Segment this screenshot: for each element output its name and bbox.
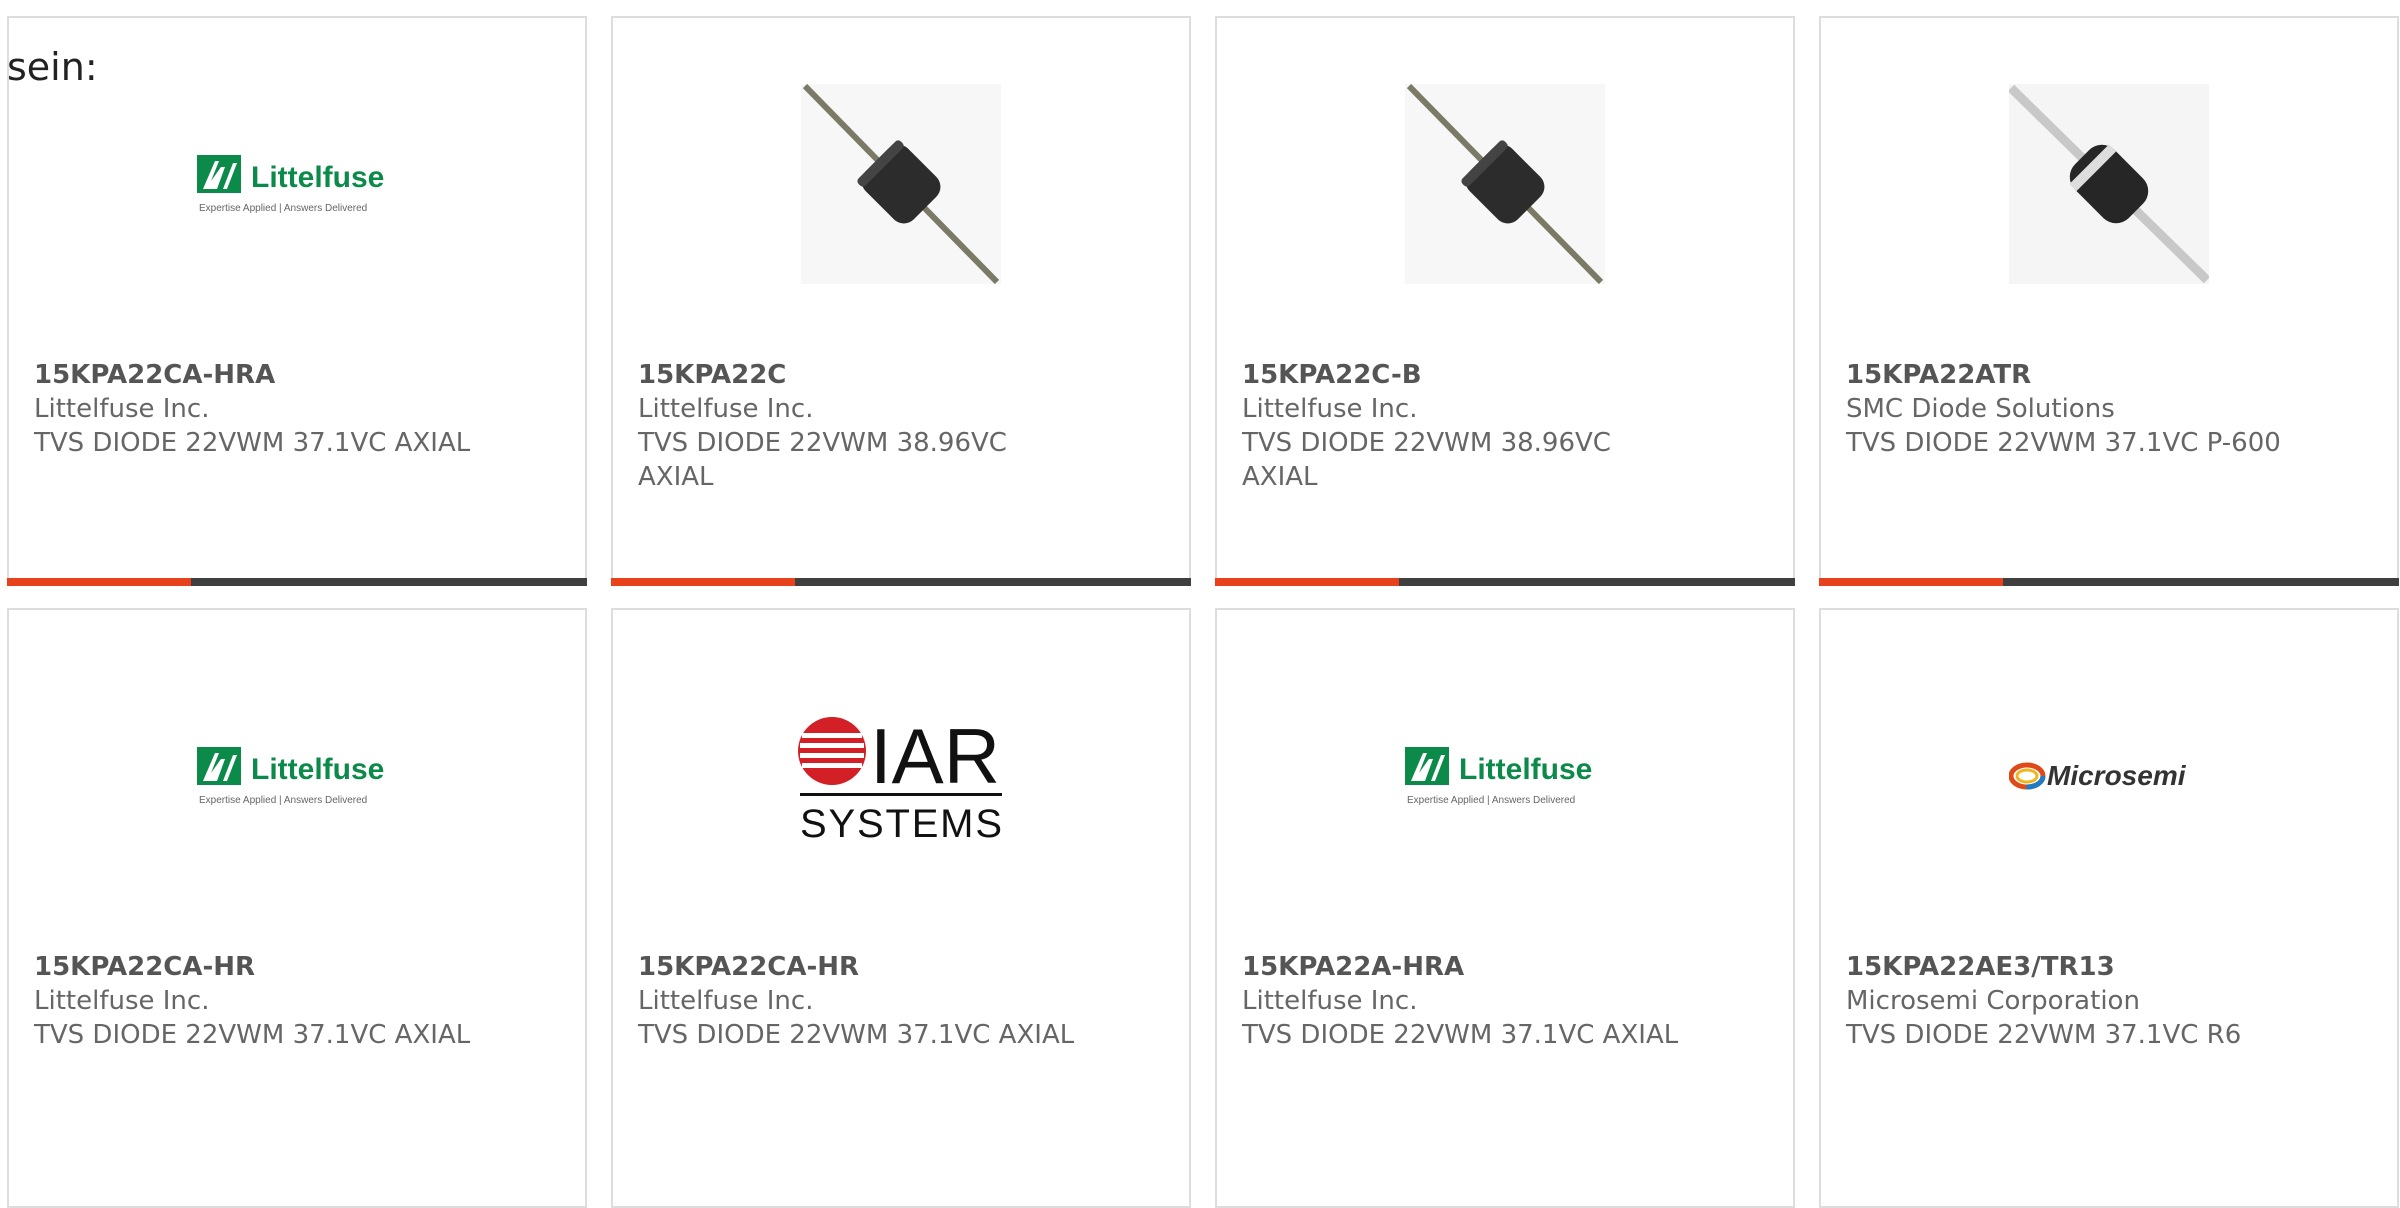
axial-diode-image — [801, 84, 1001, 284]
littelfuse-logo: Littelfuse Expertise Applied | Answers D… — [197, 747, 384, 806]
part-number[interactable]: 15KPA22C-B — [1242, 358, 1773, 392]
svg-text:Littelfuse: Littelfuse — [251, 161, 384, 194]
part-number[interactable]: 15KPA22AE3/TR13 — [1846, 950, 2377, 984]
microsemi-logo: Microsemi — [2009, 760, 2187, 791]
svg-text:Littelfuse: Littelfuse — [251, 753, 384, 786]
littelfuse-logo: Littelfuse Expertise Applied | Answers D… — [1405, 747, 1592, 806]
product-grid: Littelfuse Expertise Applied | Answers D… — [7, 16, 2399, 1208]
part-number[interactable]: 15KPA22CA-HRA — [34, 358, 565, 392]
part-number[interactable]: 15KPA22C — [638, 358, 1169, 392]
product-image: Microsemi — [1821, 676, 2397, 876]
card-footer-bar — [7, 578, 587, 586]
card-footer-bar — [1215, 578, 1795, 586]
svg-text:Expertise Applied | Answers De: Expertise Applied | Answers Delivered — [199, 795, 367, 806]
axial-diode-image — [1405, 84, 1605, 284]
svg-text:Expertise Applied | Answers De: Expertise Applied | Answers Delivered — [199, 203, 367, 214]
intro-text: sein: — [7, 45, 98, 89]
littelfuse-logo: Littelfuse Expertise Applied | Answers D… — [197, 155, 384, 214]
description: TVS DIODE 22VWM 37.1VC AXIAL — [1242, 1020, 1679, 1050]
description: TVS DIODE 22VWM 37.1VC AXIAL — [34, 1020, 471, 1050]
product-card[interactable]: Littelfuse Expertise Applied | Answers D… — [7, 16, 587, 586]
axial-diode-silver-image — [2009, 84, 2209, 284]
svg-text:IAR: IAR — [870, 712, 1000, 800]
product-image: Littelfuse Expertise Applied | Answers D… — [1217, 676, 1793, 876]
manufacturer: Littelfuse Inc. — [638, 986, 814, 1016]
manufacturer: Littelfuse Inc. — [34, 986, 210, 1016]
product-card[interactable]: 15KPA22C Littelfuse Inc. TVS DIODE 22VWM… — [611, 16, 1191, 586]
description: TVS DIODE 22VWM 38.96VC AXIAL — [638, 428, 1007, 492]
manufacturer: Littelfuse Inc. — [638, 394, 814, 424]
part-number[interactable]: 15KPA22CA-HR — [638, 950, 1169, 984]
product-card[interactable]: IAR SYSTEMS 15KPA22CA-HR Littelfuse Inc.… — [611, 608, 1191, 1208]
product-card[interactable]: Microsemi 15KPA22AE3/TR13 Microsemi Corp… — [1819, 608, 2399, 1208]
product-image: Littelfuse Expertise Applied | Answers D… — [9, 84, 585, 284]
product-card[interactable]: Littelfuse Expertise Applied | Answers D… — [1215, 608, 1795, 1208]
product-image — [613, 84, 1189, 284]
description: TVS DIODE 22VWM 37.1VC AXIAL — [638, 1020, 1075, 1050]
svg-text:Microsemi: Microsemi — [2047, 760, 2187, 791]
description: TVS DIODE 22VWM 37.1VC AXIAL — [34, 428, 471, 458]
manufacturer: Microsemi Corporation — [1846, 986, 2140, 1016]
product-image: Littelfuse Expertise Applied | Answers D… — [9, 676, 585, 876]
svg-text:SYSTEMS: SYSTEMS — [800, 802, 1002, 841]
card-footer-bar — [1819, 578, 2399, 586]
manufacturer: Littelfuse Inc. — [34, 394, 210, 424]
card-footer-bar — [611, 578, 1191, 586]
product-image — [1217, 84, 1793, 284]
manufacturer: SMC Diode Solutions — [1846, 394, 2115, 424]
part-number[interactable]: 15KPA22CA-HR — [34, 950, 565, 984]
svg-text:Littelfuse: Littelfuse — [1459, 753, 1592, 786]
manufacturer: Littelfuse Inc. — [1242, 986, 1418, 1016]
svg-text:Expertise Applied | Answers De: Expertise Applied | Answers Delivered — [1407, 795, 1575, 806]
manufacturer: Littelfuse Inc. — [1242, 394, 1418, 424]
part-number[interactable]: 15KPA22ATR — [1846, 358, 2377, 392]
product-image — [1821, 84, 2397, 284]
description: TVS DIODE 22VWM 37.1VC R6 — [1846, 1020, 2242, 1050]
description: TVS DIODE 22VWM 38.96VC AXIAL — [1242, 428, 1611, 492]
part-number[interactable]: 15KPA22A-HRA — [1242, 950, 1773, 984]
product-image: IAR SYSTEMS — [613, 676, 1189, 876]
product-card[interactable]: 15KPA22C-B Littelfuse Inc. TVS DIODE 22V… — [1215, 16, 1795, 586]
product-card[interactable]: 15KPA22ATR SMC Diode Solutions TVS DIODE… — [1819, 16, 2399, 586]
iar-systems-logo: IAR SYSTEMS — [798, 712, 1002, 841]
description: TVS DIODE 22VWM 37.1VC P-600 — [1846, 428, 2281, 458]
product-card[interactable]: Littelfuse Expertise Applied | Answers D… — [7, 608, 587, 1208]
